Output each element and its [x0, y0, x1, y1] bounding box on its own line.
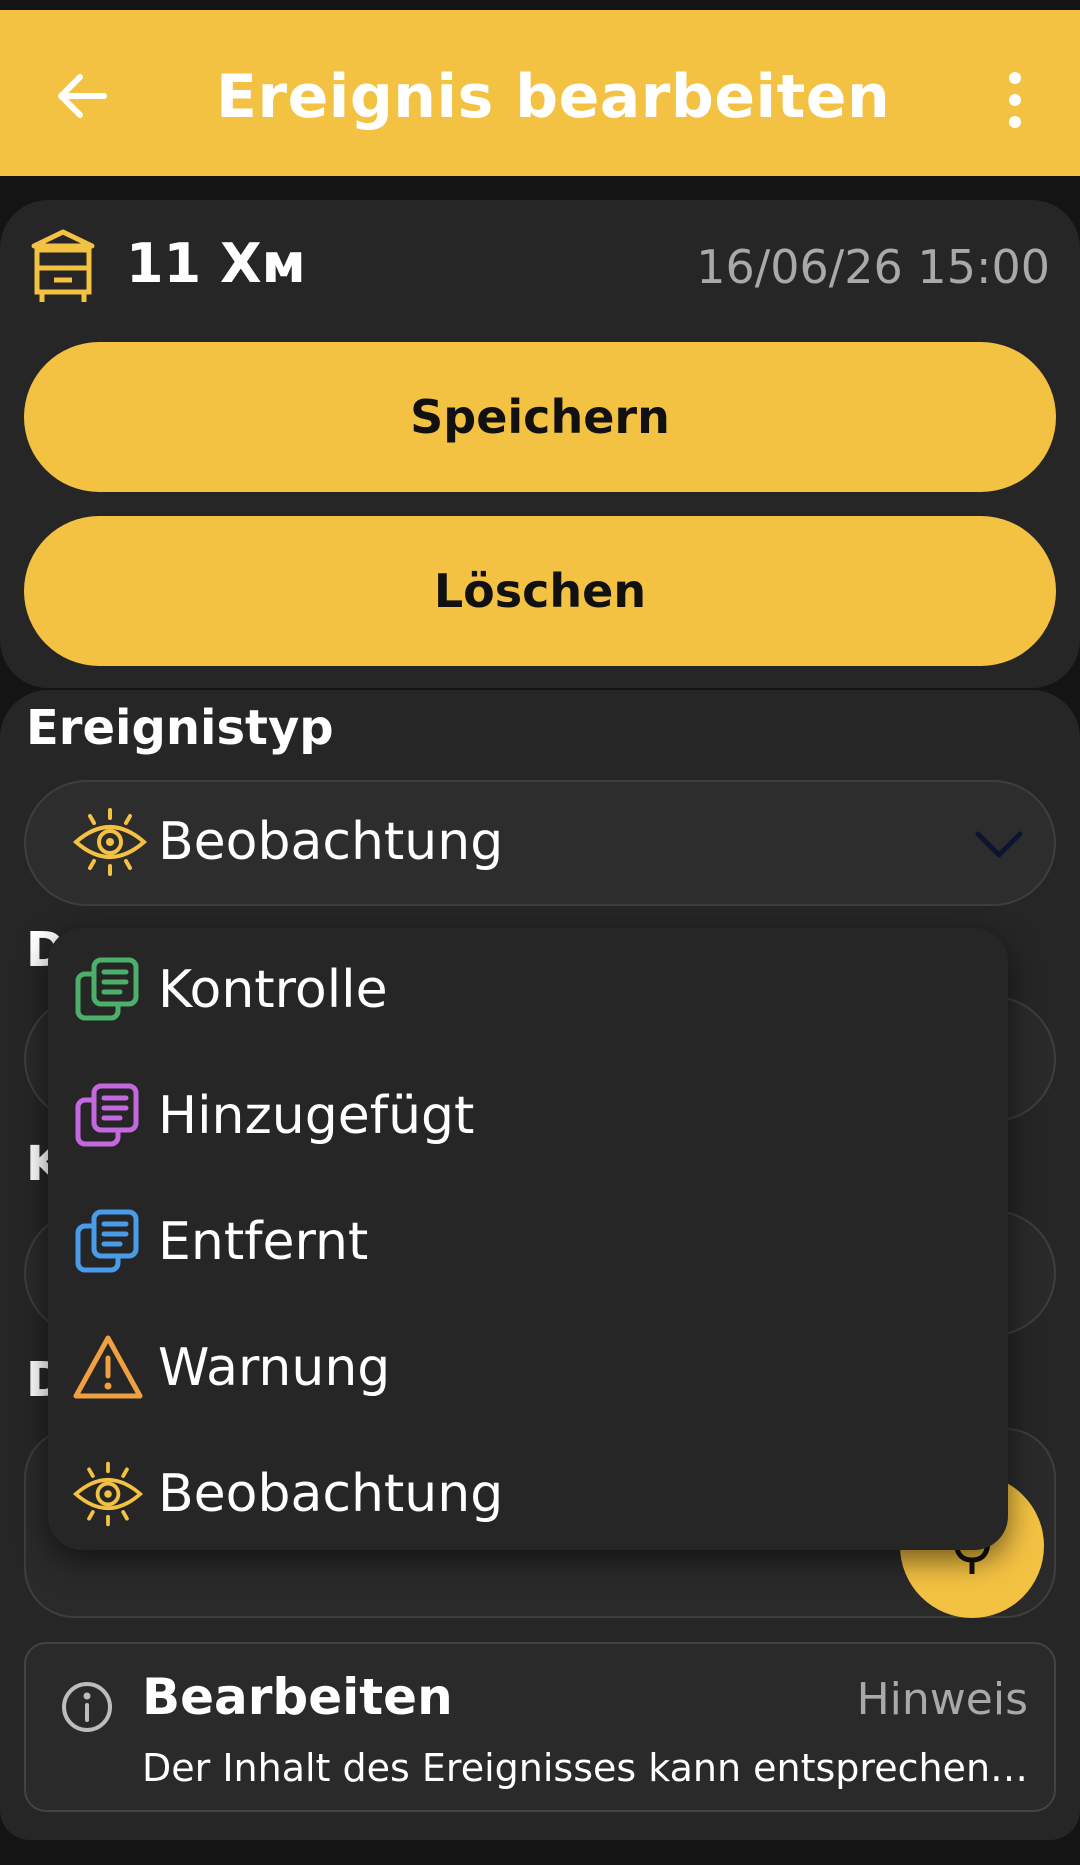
status-bar: [0, 0, 1080, 10]
more-vertical-icon: [1009, 72, 1021, 128]
dropdown-option-label: Warnung: [158, 1338, 391, 1398]
hint-card: Bearbeiten Hinweis Der Inhalt des Ereign…: [24, 1642, 1056, 1812]
hint-title: Bearbeiten: [142, 1668, 453, 1726]
hint-tag: Hinweis: [856, 1674, 1028, 1725]
dropdown-option-hinzugefuegt[interactable]: Hinzugefügt: [48, 1054, 1008, 1180]
chevron-down-icon: [975, 831, 1023, 858]
event-type-dropdown: Kontrolle Hinzugefügt Entfernt Warnung B…: [48, 928, 1008, 1550]
dropdown-option-entfernt[interactable]: Entfernt: [48, 1180, 1008, 1306]
app-bar: Ereignis bearbeiten: [0, 10, 1080, 176]
frames-icon: [75, 957, 139, 1021]
event-type-select[interactable]: Beobachtung: [24, 780, 1056, 906]
more-options-button[interactable]: [1000, 70, 1030, 130]
dropdown-option-warnung[interactable]: Warnung: [48, 1306, 1008, 1432]
arrow-left-icon: [58, 74, 107, 118]
save-button[interactable]: Speichern: [24, 342, 1056, 492]
info-icon: [62, 1682, 112, 1732]
page-title: Ereignis bearbeiten: [216, 62, 891, 132]
dropdown-option-label: Hinzugefügt: [158, 1086, 475, 1146]
warning-icon: [73, 1335, 143, 1399]
delete-button[interactable]: Löschen: [24, 516, 1056, 666]
event-type-label: Ereignistyp: [26, 700, 334, 756]
hint-body: Der Inhalt des Ereignisses kann entsprec…: [142, 1746, 1042, 1790]
eye-icon: [72, 808, 148, 876]
dropdown-option-beobachtung[interactable]: Beobachtung: [48, 1432, 1008, 1558]
event-datetime[interactable]: 16/06/26 15:00: [696, 240, 1050, 294]
beehive-icon: [30, 228, 96, 304]
frames-icon: [75, 1083, 139, 1147]
eye-icon: [72, 1461, 144, 1527]
dropdown-option-kontrolle[interactable]: Kontrolle: [48, 928, 1008, 1054]
hive-name: 11 Хм: [126, 232, 306, 295]
dropdown-option-label: Entfernt: [158, 1212, 369, 1272]
dropdown-option-label: Kontrolle: [158, 960, 388, 1020]
dropdown-option-label: Beobachtung: [158, 1464, 504, 1524]
frames-icon: [75, 1209, 139, 1273]
back-button[interactable]: [52, 66, 112, 126]
event-type-value: Beobachtung: [158, 812, 504, 872]
